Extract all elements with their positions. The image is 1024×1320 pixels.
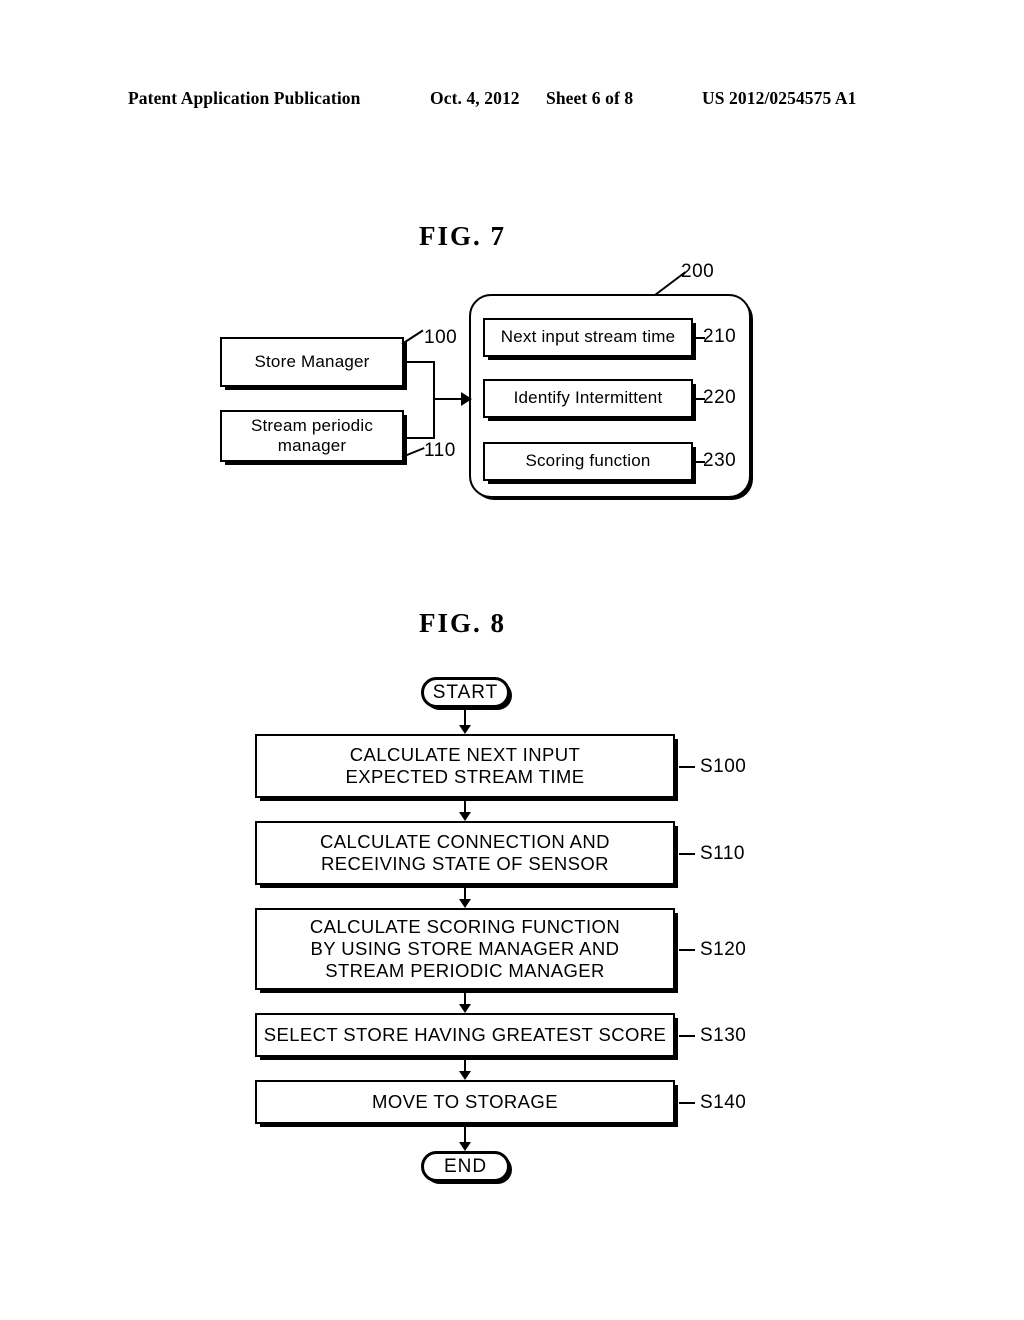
flowchart-start-node: START	[421, 677, 510, 708]
arrowhead-icon-to-container	[461, 392, 472, 406]
block-next-input-stream-time: Next input stream time	[483, 318, 693, 357]
flowchart-end-node: END	[421, 1151, 510, 1182]
leader-line-s120	[679, 949, 695, 951]
flowchart-step-s130: SELECT STORE HAVING GREATEST SCORE	[255, 1013, 675, 1057]
block-store-manager-label: Store Manager	[254, 351, 370, 371]
flowchart-step-s100-label: CALCULATE NEXT INPUT EXPECTED STREAM TIM…	[345, 744, 585, 787]
reference-numeral-s140: S140	[700, 1092, 747, 1113]
connector-line-vertical-join	[433, 361, 435, 439]
block-stream-periodic-manager: Stream periodic manager	[220, 410, 404, 462]
leader-line-100	[401, 329, 424, 345]
flowchart-step-s140: MOVE TO STORAGE	[255, 1080, 675, 1124]
figure-8-title: FIG. 8	[419, 608, 507, 638]
block-scoring-function: Scoring function	[483, 442, 693, 481]
flowchart-step-s120-label: CALCULATE SCORING FUNCTION BY USING STOR…	[309, 916, 621, 981]
reference-numeral-220: 220	[703, 387, 737, 408]
figure-7-title: FIG. 7	[419, 221, 507, 251]
header-patent-number: US 2012/0254575 A1	[702, 88, 857, 108]
flowchart-step-s120: CALCULATE SCORING FUNCTION BY USING STOR…	[255, 908, 675, 990]
header-publication-text: Patent Application Publication	[128, 88, 361, 108]
flowchart-step-s130-label: SELECT STORE HAVING GREATEST SCORE	[263, 1024, 667, 1046]
reference-numeral-230: 230	[703, 450, 737, 471]
header-date-text: Oct. 4, 2012	[430, 88, 520, 108]
connector-line-store-manager	[402, 361, 435, 363]
leader-line-110	[401, 447, 425, 458]
flowchart-end-label: END	[443, 1155, 488, 1177]
block-stream-periodic-manager-label: Stream periodic manager	[250, 415, 374, 455]
leader-line-s100	[679, 766, 695, 768]
leader-line-s130	[679, 1035, 695, 1037]
flowchart-start-label: START	[432, 681, 499, 703]
block-next-input-stream-time-label: Next input stream time	[500, 327, 676, 347]
block-identify-intermittent: Identify Intermittent	[483, 379, 693, 418]
reference-numeral-s130: S130	[700, 1025, 747, 1046]
reference-numeral-100: 100	[424, 327, 458, 348]
reference-numeral-110: 110	[424, 440, 456, 461]
flowchart-step-s100: CALCULATE NEXT INPUT EXPECTED STREAM TIM…	[255, 734, 675, 798]
patent-header: Patent Application Publication Oct. 4, 2…	[128, 88, 896, 114]
reference-numeral-200: 200	[681, 261, 715, 282]
reference-numeral-210: 210	[703, 326, 737, 347]
flowchart-step-s140-label: MOVE TO STORAGE	[372, 1091, 558, 1113]
leader-line-s140	[679, 1102, 695, 1104]
leader-line-s110	[679, 853, 695, 855]
reference-numeral-s100: S100	[700, 756, 747, 777]
block-identify-intermittent-label: Identify Intermittent	[513, 388, 663, 408]
flowchart-step-s110-label: CALCULATE CONNECTION AND RECEIVING STATE…	[320, 831, 610, 874]
connector-line-stream-periodic-manager	[402, 437, 435, 439]
block-scoring-function-label: Scoring function	[525, 451, 651, 471]
reference-numeral-s110: S110	[700, 843, 745, 864]
header-sheet-text: Sheet 6 of 8	[546, 88, 634, 108]
block-store-manager: Store Manager	[220, 337, 404, 387]
reference-numeral-s120: S120	[700, 939, 747, 960]
flowchart-step-s110: CALCULATE CONNECTION AND RECEIVING STATE…	[255, 821, 675, 885]
